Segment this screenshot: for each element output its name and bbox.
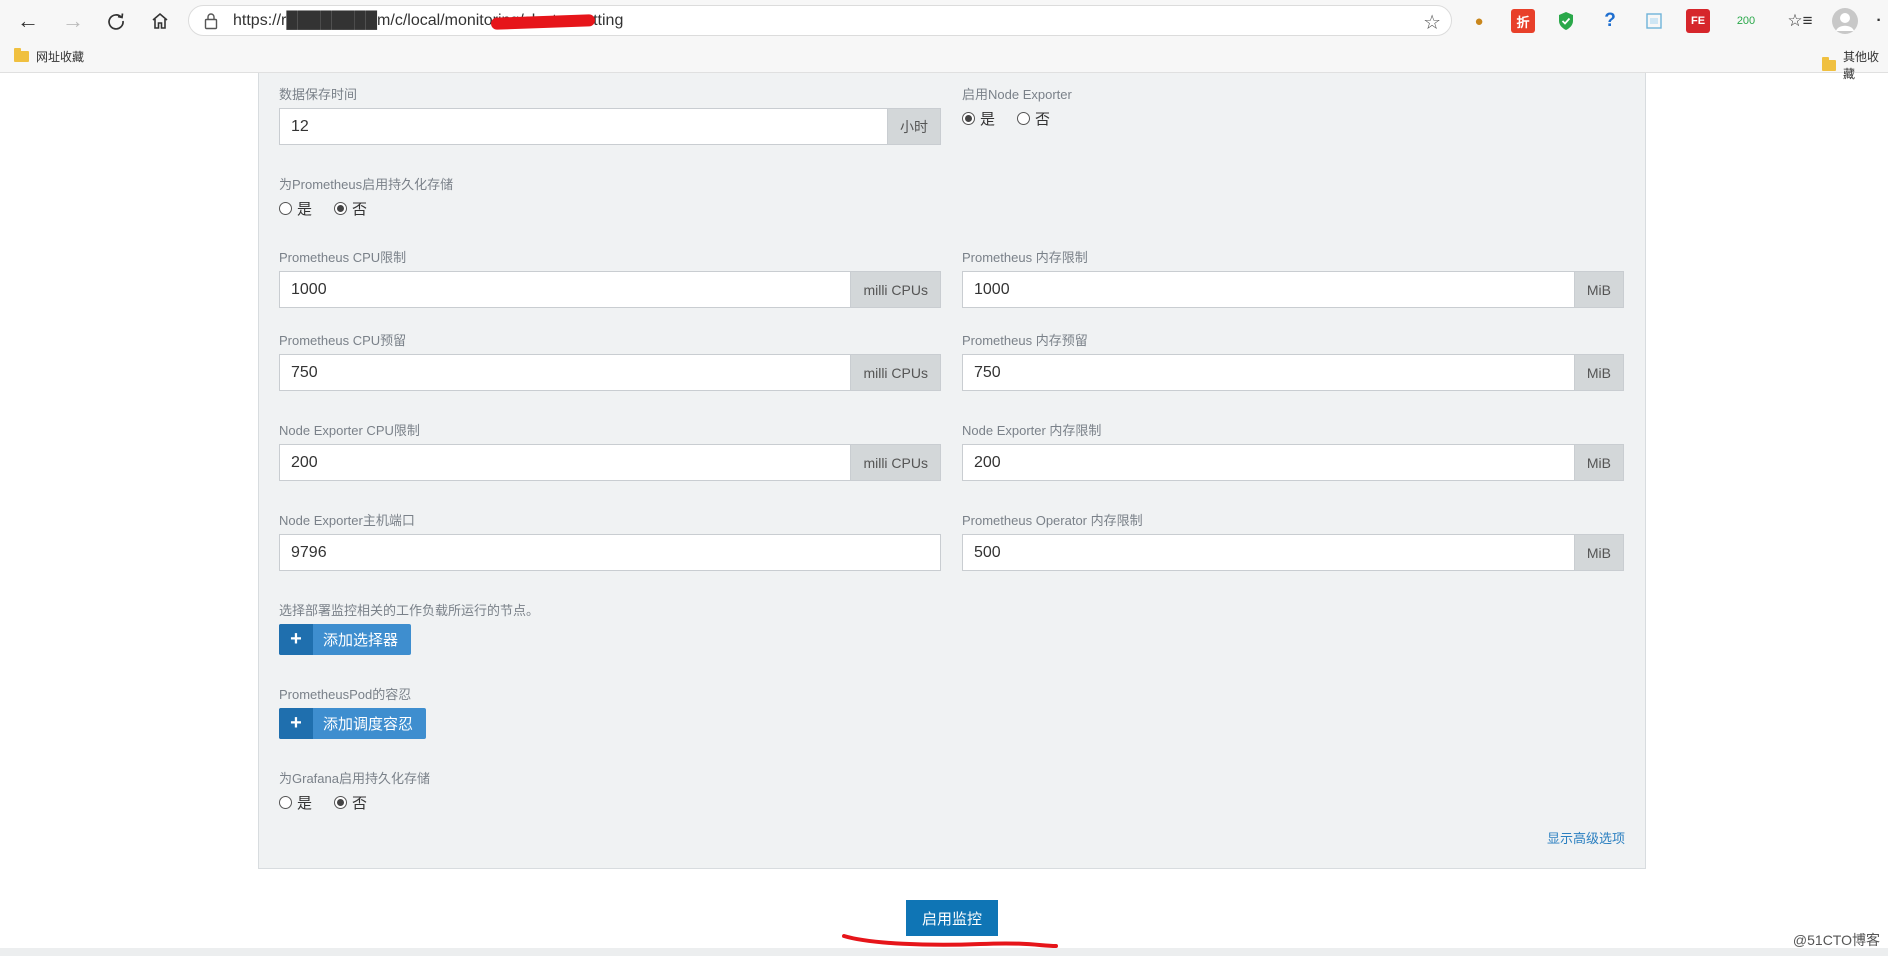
- extension-discount-icon[interactable]: 折: [1511, 9, 1535, 33]
- add-toleration-button[interactable]: + 添加调度容忍: [279, 708, 427, 739]
- prom-cpu-limit-group: milli CPUs: [279, 271, 941, 308]
- extension-help-icon[interactable]: ?: [1598, 9, 1622, 33]
- radio-label: 是: [980, 111, 996, 128]
- prom-mem-reserve-unit: MiB: [1574, 354, 1624, 391]
- prom-mem-reserve-label: Prometheus 内存预留: [962, 333, 1088, 348]
- retention-label: 数据保存时间: [279, 87, 358, 102]
- bookmark-folder-favorites[interactable]: 网址收藏: [14, 48, 84, 65]
- radio-unchecked-icon: [279, 202, 292, 215]
- extension-shield-icon[interactable]: [1554, 9, 1578, 33]
- watermark: @51CTO博客: [1792, 932, 1880, 948]
- extension-screenshot-icon[interactable]: [1642, 9, 1666, 33]
- refresh-icon[interactable]: [101, 6, 131, 36]
- operator-mem-limit-group: MiB: [962, 534, 1624, 571]
- ne-mem-limit-unit: MiB: [1574, 444, 1624, 481]
- radio-checked-icon: [334, 796, 348, 809]
- prom-mem-limit-unit: MiB: [1574, 271, 1624, 308]
- back-icon[interactable]: ←: [13, 6, 43, 36]
- node-exporter-enable-label: 启用Node Exporter: [962, 87, 1072, 102]
- radio-label: 否: [352, 795, 368, 812]
- radio-label: 是: [297, 795, 313, 812]
- ne-host-port-label: Node Exporter主机端口: [279, 513, 415, 528]
- page-bottom-strip: [0, 948, 1888, 956]
- lock-icon: [204, 13, 218, 30]
- grafana-persist-label: 为Grafana启用持久化存储: [279, 771, 430, 786]
- prom-mem-limit-label: Prometheus 内存限制: [962, 250, 1088, 265]
- extension-fe-icon[interactable]: FE: [1686, 9, 1710, 33]
- address-bar[interactable]: https://r████████m/c/local/monitoring/cl…: [188, 5, 1452, 36]
- bookmark-folder-other[interactable]: 其他收藏: [1822, 48, 1888, 82]
- prom-mem-reserve-input[interactable]: [962, 354, 1575, 391]
- prom-mem-limit-input[interactable]: [962, 271, 1575, 308]
- add-selector-button[interactable]: + 添加选择器: [279, 624, 412, 655]
- bookmark-label: 网址收藏: [36, 50, 85, 64]
- ne-cpu-limit-label: Node Exporter CPU限制: [279, 423, 420, 438]
- add-selector-label: 添加选择器: [323, 632, 399, 649]
- retention-input[interactable]: [279, 108, 888, 145]
- prom-cpu-limit-input[interactable]: [279, 271, 852, 308]
- operator-mem-limit-unit: MiB: [1574, 534, 1624, 571]
- prom-cpu-reserve-group: milli CPUs: [279, 354, 941, 391]
- monitoring-settings-panel: 数据保存时间 小时 启用Node Exporter 是 否 为Prometheu…: [258, 73, 1646, 869]
- grafana-persist-yes[interactable]: 是: [279, 792, 312, 813]
- forward-icon[interactable]: →: [58, 6, 88, 36]
- folder-icon: [1822, 56, 1837, 71]
- operator-mem-limit-label: Prometheus Operator 内存限制: [962, 513, 1143, 528]
- plus-icon: +: [279, 708, 313, 739]
- ne-mem-limit-label: Node Exporter 内存限制: [962, 423, 1102, 438]
- node-exporter-enable-yes[interactable]: 是: [962, 108, 995, 129]
- retention-field-group: 小时: [279, 108, 941, 145]
- favorites-list-icon[interactable]: ☆≡: [1787, 9, 1812, 33]
- prometheus-persist-label: 为Prometheus启用持久化存储: [279, 177, 454, 192]
- prometheus-persist-no[interactable]: 否: [334, 198, 367, 219]
- add-toleration-label: 添加调度容忍: [323, 716, 414, 733]
- bookmarks-bar: 网址收藏 其他收藏: [0, 41, 1888, 81]
- radio-checked-icon: [334, 202, 348, 215]
- ne-cpu-limit-unit: milli CPUs: [851, 444, 941, 481]
- ne-host-port-group: [279, 534, 941, 571]
- retention-unit: 小时: [888, 108, 941, 145]
- enable-monitoring-button[interactable]: 启用监控: [906, 900, 998, 936]
- prometheus-persist-yes[interactable]: 是: [279, 198, 312, 219]
- ne-mem-limit-input[interactable]: [962, 444, 1575, 481]
- node-exporter-enable-radios: 是 否: [962, 108, 1072, 129]
- prom-cpu-limit-unit: milli CPUs: [851, 271, 941, 308]
- prometheus-persist-radios: 是 否: [279, 198, 389, 219]
- prom-mem-limit-group: MiB: [962, 271, 1624, 308]
- radio-label: 否: [1035, 111, 1051, 128]
- home-icon[interactable]: [145, 6, 175, 36]
- ne-cpu-limit-input[interactable]: [279, 444, 852, 481]
- prom-cpu-reserve-unit: milli CPUs: [851, 354, 941, 391]
- browser-toolbar: ← → https://r████████m/c/local/monitorin…: [0, 0, 1888, 41]
- folder-icon: [14, 48, 29, 62]
- node-selector-label: 选择部署监控相关的工作负载所运行的节点。: [279, 603, 540, 618]
- radio-label: 否: [352, 201, 368, 218]
- prom-mem-reserve-group: MiB: [962, 354, 1624, 391]
- radio-unchecked-icon: [279, 796, 292, 809]
- ne-cpu-limit-group: milli CPUs: [279, 444, 941, 481]
- plus-icon: +: [279, 624, 313, 655]
- show-advanced-options-link[interactable]: 显示高级选项: [1547, 828, 1625, 847]
- radio-checked-icon: [962, 112, 975, 125]
- extension-counter-badge[interactable]: 200: [1730, 9, 1762, 33]
- ne-mem-limit-group: MiB: [962, 444, 1624, 481]
- avatar[interactable]: [1832, 8, 1858, 34]
- grafana-persist-radios: 是 否: [279, 792, 389, 813]
- prom-cpu-reserve-input[interactable]: [279, 354, 852, 391]
- favorite-star-icon[interactable]: ☆: [1423, 10, 1441, 35]
- radio-unchecked-icon: [1017, 112, 1031, 125]
- node-exporter-enable-no[interactable]: 否: [1017, 108, 1050, 129]
- prom-cpu-reserve-label: Prometheus CPU预留: [279, 333, 407, 348]
- prom-cpu-limit-label: Prometheus CPU限制: [279, 250, 407, 265]
- ne-host-port-input[interactable]: [279, 534, 941, 571]
- extension-penguin-icon[interactable]: ●: [1467, 9, 1491, 33]
- toleration-label: PrometheusPod的容忍: [279, 687, 412, 702]
- bookmark-label: 其他收藏: [1843, 50, 1880, 81]
- more-menu-icon[interactable]: ·: [1870, 9, 1888, 33]
- radio-label: 是: [297, 201, 313, 218]
- grafana-persist-no[interactable]: 否: [334, 792, 367, 813]
- operator-mem-limit-input[interactable]: [962, 534, 1575, 571]
